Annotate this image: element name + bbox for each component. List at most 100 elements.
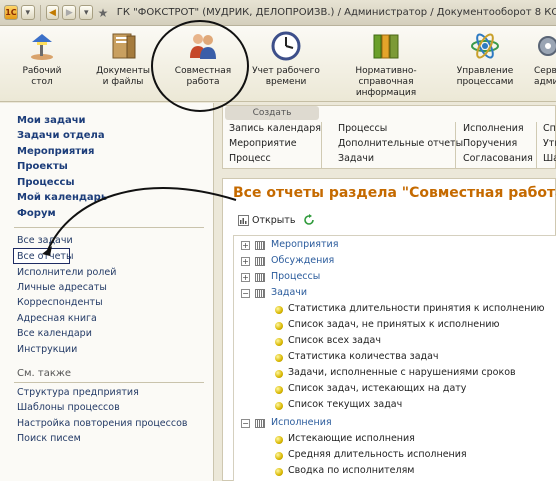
refresh-icon[interactable]: [303, 214, 315, 226]
nav-process-templates[interactable]: Шаблоны процессов: [17, 402, 120, 413]
nav-events[interactable]: Мероприятия: [17, 146, 94, 157]
report-group-icon: [255, 273, 265, 282]
see-also-heading: См. также: [17, 368, 72, 379]
navigation-panel: Мои задачи Задачи отдела Мероприятия Про…: [0, 103, 214, 481]
nav-mail-search[interactable]: Поиск писем: [17, 433, 81, 444]
report-item-icon: [275, 468, 283, 476]
link-col4-item1[interactable]: Спр: [543, 123, 556, 134]
create-calendar-entry[interactable]: Запись календаря: [229, 123, 321, 134]
ribbon-item-reference-info[interactable]: Нормативно-справочная информация: [330, 30, 442, 99]
gears-icon: [534, 30, 556, 62]
link-assignments[interactable]: Поручения: [463, 138, 517, 149]
link-processes[interactable]: Процессы: [338, 123, 387, 134]
clock-icon: [270, 30, 302, 62]
expand-icon[interactable]: +: [241, 257, 250, 266]
nav-instructions[interactable]: Инструкции: [17, 344, 77, 355]
open-button[interactable]: Открыть: [235, 214, 298, 227]
forward-arrow-icon[interactable]: ▶: [62, 5, 77, 20]
create-section-header: Создать: [225, 106, 319, 120]
back-arrow-icon[interactable]: ◀: [45, 5, 60, 20]
report-item-icon: [275, 354, 283, 362]
report-item-icon: [275, 370, 283, 378]
report-item[interactable]: Истекающие исполнения: [288, 433, 415, 444]
reports-tree: + Мероприятия + Обсуждения + Процессы − …: [233, 235, 556, 481]
link-col4-item3[interactable]: Шаб: [543, 153, 556, 164]
report-icon: [238, 214, 249, 226]
documents-binder-icon: [107, 30, 139, 62]
ribbon-item-documents[interactable]: Документы и файлы: [90, 30, 156, 88]
nav-role-performers[interactable]: Исполнители ролей: [17, 267, 116, 278]
expand-icon[interactable]: +: [241, 273, 250, 282]
nav-company-structure[interactable]: Структура предприятия: [17, 387, 139, 398]
tree-group-tasks[interactable]: Задачи: [271, 287, 307, 298]
report-item-icon: [275, 386, 283, 394]
nav-projects[interactable]: Проекты: [17, 161, 68, 172]
app-logo-icon[interactable]: 1С: [4, 5, 18, 20]
report-item[interactable]: Задачи, исполненные с нарушениями сроков: [288, 367, 516, 378]
nav-my-calendar[interactable]: Мой календарь: [17, 192, 107, 203]
folders-icon: [370, 30, 402, 62]
report-group-icon: [255, 241, 265, 250]
title-bar: 1С ▾ ◀ ▶ ▾ ★ ГК "ФОКСТРОТ" (МУДРИК, ДЕЛО…: [0, 0, 556, 26]
report-item[interactable]: Список задач, истекающих на дату: [288, 383, 466, 394]
tree-group-events[interactable]: Мероприятия: [271, 239, 338, 250]
ribbon-item-collaboration[interactable]: Совместная работа: [168, 30, 238, 88]
favorites-star-icon[interactable]: ★: [96, 5, 110, 20]
nav-all-reports[interactable]: Все отчеты: [17, 251, 73, 262]
report-item-icon: [275, 402, 283, 410]
ribbon-item-process-management[interactable]: Управление процессами: [452, 30, 518, 88]
report-group-icon: [255, 289, 265, 298]
nav-my-tasks[interactable]: Мои задачи: [17, 115, 86, 126]
report-item[interactable]: Статистика количества задач: [288, 351, 439, 362]
nav-all-calendars[interactable]: Все календари: [17, 328, 92, 339]
ribbon-item-service[interactable]: Серв адми: [534, 30, 556, 88]
report-item[interactable]: Список всех задач: [288, 335, 381, 346]
report-item-icon: [275, 436, 283, 444]
ribbon-item-time-tracking[interactable]: Учет рабочего времени: [250, 30, 322, 88]
create-event[interactable]: Мероприятие: [229, 138, 297, 149]
tree-group-discussions[interactable]: Обсуждения: [271, 255, 334, 266]
create-process[interactable]: Процесс: [229, 153, 271, 164]
collapse-icon[interactable]: −: [241, 419, 250, 428]
nav-address-book[interactable]: Адресная книга: [17, 313, 97, 324]
reports-panel: Все отчеты раздела "Совместная работа" О…: [222, 178, 556, 481]
report-group-icon: [255, 257, 265, 266]
link-approvals[interactable]: Согласования: [463, 153, 533, 164]
people-icon: [187, 30, 219, 62]
report-group-icon: [255, 419, 265, 428]
report-item-icon: [275, 452, 283, 460]
link-tasks[interactable]: Задачи: [338, 153, 374, 164]
nav-personal-addressees[interactable]: Личные адресаты: [17, 282, 107, 293]
reports-toolbar: Открыть: [235, 211, 315, 229]
action-panel: Создать Запись календаря Мероприятие Про…: [222, 105, 556, 169]
history-dropdown-icon[interactable]: ▾: [79, 5, 94, 20]
nav-all-tasks[interactable]: Все задачи: [17, 235, 73, 246]
ribbon-item-desktop[interactable]: Рабочий стол: [14, 30, 70, 88]
report-item[interactable]: Сводка по исполнителям: [288, 465, 414, 476]
section-ribbon: Рабочий стол Документы и файлы Совместна…: [0, 26, 556, 102]
nav-processes[interactable]: Процессы: [17, 177, 75, 188]
link-executions[interactable]: Исполнения: [463, 123, 524, 134]
desk-lamp-icon: [26, 30, 58, 62]
window-title: ГК "ФОКСТРОТ" (МУДРИК, ДЕЛОПРОИЗВ.) / Ад…: [116, 7, 556, 18]
nav-correspondents[interactable]: Корреспонденты: [17, 297, 103, 308]
tree-group-processes[interactable]: Процессы: [271, 271, 320, 282]
nav-forum[interactable]: Форум: [17, 208, 56, 219]
expand-icon[interactable]: +: [241, 241, 250, 250]
report-item[interactable]: Список задач, не принятых к исполнению: [288, 319, 500, 330]
report-item[interactable]: Статистика длительности принятия к испол…: [288, 303, 545, 314]
link-additional-reports[interactable]: Дополнительные отчеты: [338, 138, 463, 149]
atom-icon: [469, 30, 501, 62]
report-item[interactable]: Средняя длительность исполнения: [288, 449, 467, 460]
nav-process-repeat-settings[interactable]: Настройка повторения процессов: [17, 418, 188, 429]
report-item-icon: [275, 306, 283, 314]
collapse-icon[interactable]: −: [241, 289, 250, 298]
link-col4-item2[interactable]: Утв: [543, 138, 556, 149]
report-item[interactable]: Список текущих задач: [288, 399, 402, 410]
report-item-icon: [275, 322, 283, 330]
report-item-icon: [275, 338, 283, 346]
page-title: Все отчеты раздела "Совместная работа": [233, 185, 556, 201]
menu-dropdown-icon[interactable]: ▾: [20, 5, 35, 20]
nav-department-tasks[interactable]: Задачи отдела: [17, 130, 105, 141]
tree-group-executions[interactable]: Исполнения: [271, 417, 332, 428]
